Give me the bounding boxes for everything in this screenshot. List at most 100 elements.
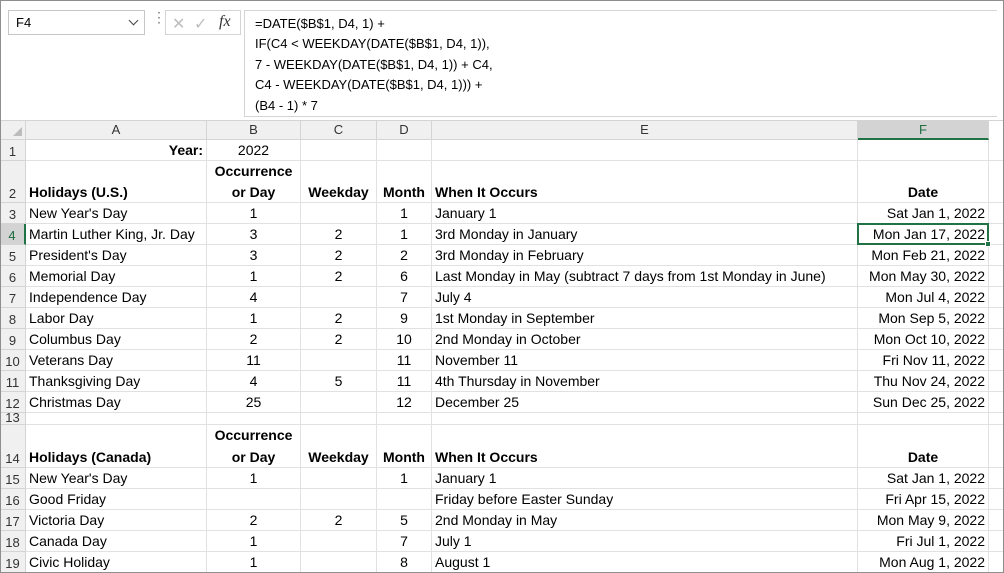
date-cell[interactable]: Fri Jul 1, 2022 — [861, 533, 985, 549]
when-it-occurs-cell[interactable]: January 1 — [435, 205, 854, 221]
name-box[interactable]: F4 — [8, 10, 145, 35]
weekday-cell[interactable]: 2 — [304, 268, 373, 284]
weekday-cell[interactable]: 2 — [304, 226, 373, 242]
header-holidays[interactable]: Holidays (Canada) — [29, 449, 203, 465]
column-header-e[interactable]: E — [432, 121, 858, 140]
occurrence-cell[interactable]: 3 — [210, 226, 297, 242]
weekday-cell[interactable]: 2 — [304, 331, 373, 347]
month-cell[interactable]: 12 — [380, 394, 428, 410]
row-header-11[interactable]: 11 — [0, 371, 26, 392]
month-cell[interactable]: 10 — [380, 331, 428, 347]
holiday-name-cell[interactable]: Veterans Day — [29, 352, 203, 368]
when-it-occurs-cell[interactable]: 3rd Monday in February — [435, 247, 854, 263]
row-header-17[interactable]: 17 — [0, 510, 26, 531]
formula-input[interactable]: =DATE($B$1, D4, 1) + IF(C4 < WEEKDAY(DATE… — [244, 10, 997, 117]
when-it-occurs-cell[interactable]: December 25 — [435, 394, 854, 410]
row-header-5[interactable]: 5 — [0, 245, 26, 266]
row-header-9[interactable]: 9 — [0, 329, 26, 350]
occurrence-cell[interactable]: 3 — [210, 247, 297, 263]
when-it-occurs-cell[interactable]: August 1 — [435, 554, 854, 570]
month-cell[interactable]: 7 — [380, 289, 428, 305]
holiday-name-cell[interactable]: Independence Day — [29, 289, 203, 305]
insert-function-icon[interactable]: fx — [219, 13, 231, 31]
month-cell[interactable]: 1 — [380, 226, 428, 242]
occurrence-cell[interactable]: 1 — [210, 205, 297, 221]
date-cell[interactable]: Thu Nov 24, 2022 — [861, 373, 985, 389]
holiday-name-cell[interactable]: President's Day — [29, 247, 203, 263]
holiday-name-cell[interactable]: New Year's Day — [29, 470, 203, 486]
month-cell[interactable]: 2 — [380, 247, 428, 263]
date-cell[interactable]: Fri Nov 11, 2022 — [861, 352, 985, 368]
month-cell[interactable]: 7 — [380, 533, 428, 549]
header-when-it-occurs[interactable]: When It Occurs — [435, 184, 854, 200]
weekday-cell[interactable]: 2 — [304, 247, 373, 263]
cancel-icon[interactable]: ✕ — [172, 14, 185, 34]
occurrence-cell[interactable]: 1 — [210, 310, 297, 326]
row-header-3[interactable]: 3 — [0, 203, 26, 224]
weekday-cell[interactable]: 2 — [304, 512, 373, 528]
row-header-2[interactable]: 2 — [0, 161, 26, 203]
year-label[interactable]: Year: — [29, 142, 203, 158]
occurrence-cell[interactable]: 4 — [210, 373, 297, 389]
header-when-it-occurs[interactable]: When It Occurs — [435, 449, 854, 465]
date-cell[interactable]: Mon Aug 1, 2022 — [861, 554, 985, 570]
header-occurrence[interactable]: Occurrence — [210, 163, 297, 179]
when-it-occurs-cell[interactable]: January 1 — [435, 470, 854, 486]
row-header-15[interactable]: 15 — [0, 468, 26, 489]
header-weekday[interactable]: Weekday — [304, 184, 373, 200]
holiday-name-cell[interactable]: Thanksgiving Day — [29, 373, 203, 389]
row-header-13[interactable]: 13 — [0, 411, 26, 425]
header-weekday[interactable]: Weekday — [304, 449, 373, 465]
holiday-name-cell[interactable]: Memorial Day — [29, 268, 203, 284]
occurrence-cell[interactable]: 4 — [210, 289, 297, 305]
when-it-occurs-cell[interactable]: 2nd Monday in October — [435, 331, 854, 347]
holiday-name-cell[interactable]: New Year's Day — [29, 205, 203, 221]
row-header-6[interactable]: 6 — [0, 266, 26, 287]
occurrence-cell[interactable]: 25 — [210, 394, 297, 410]
header-holidays[interactable]: Holidays (U.S.) — [29, 184, 203, 200]
header-date[interactable]: Date — [861, 449, 985, 465]
column-header-a[interactable]: A — [26, 121, 207, 140]
date-cell[interactable]: Mon Jul 4, 2022 — [861, 289, 985, 305]
occurrence-cell[interactable]: 1 — [210, 268, 297, 284]
month-cell[interactable]: 1 — [380, 205, 428, 221]
column-header-c[interactable]: C — [301, 121, 377, 140]
row-header-10[interactable]: 10 — [0, 350, 26, 371]
date-cell[interactable]: Mon Feb 21, 2022 — [861, 247, 985, 263]
date-cell[interactable]: Sun Dec 25, 2022 — [861, 394, 985, 410]
when-it-occurs-cell[interactable]: July 1 — [435, 533, 854, 549]
occurrence-cell[interactable]: 1 — [210, 470, 297, 486]
holiday-name-cell[interactable]: Christmas Day — [29, 394, 203, 410]
header-or-day[interactable]: or Day — [210, 449, 297, 465]
row-header-16[interactable]: 16 — [0, 489, 26, 510]
holiday-name-cell[interactable]: Martin Luther King, Jr. Day — [29, 226, 203, 242]
date-cell[interactable]: Mon May 9, 2022 — [861, 512, 985, 528]
header-month[interactable]: Month — [380, 449, 428, 465]
occurrence-cell[interactable]: 2 — [210, 512, 297, 528]
when-it-occurs-cell[interactable]: 4th Thursday in November — [435, 373, 854, 389]
month-cell[interactable]: 1 — [380, 470, 428, 486]
check-icon[interactable]: ✓ — [194, 14, 207, 34]
when-it-occurs-cell[interactable]: 1st Monday in September — [435, 310, 854, 326]
row-header-8[interactable]: 8 — [0, 308, 26, 329]
month-cell[interactable]: 5 — [380, 512, 428, 528]
when-it-occurs-cell[interactable]: November 11 — [435, 352, 854, 368]
row-header-1[interactable]: 1 — [0, 140, 26, 161]
month-cell[interactable]: 6 — [380, 268, 428, 284]
occurrence-cell[interactable]: 2 — [210, 331, 297, 347]
when-it-occurs-cell[interactable]: 3rd Monday in January — [435, 226, 854, 242]
row-header-19[interactable]: 19 — [0, 552, 26, 573]
fill-handle[interactable] — [985, 241, 991, 247]
chevron-down-icon[interactable] — [128, 15, 139, 26]
holiday-name-cell[interactable]: Columbus Day — [29, 331, 203, 347]
active-cell-selection[interactable] — [857, 223, 989, 245]
when-it-occurs-cell[interactable]: 2nd Monday in May — [435, 512, 854, 528]
weekday-cell[interactable]: 5 — [304, 373, 373, 389]
when-it-occurs-cell[interactable]: Last Monday in May (subtract 7 days from… — [435, 268, 854, 284]
select-all-corner[interactable] — [0, 121, 26, 140]
date-cell[interactable]: Mon Sep 5, 2022 — [861, 310, 985, 326]
occurrence-cell[interactable]: 11 — [210, 352, 297, 368]
occurrence-cell[interactable]: 1 — [210, 554, 297, 570]
date-cell[interactable]: Sat Jan 1, 2022 — [861, 470, 985, 486]
row-header-7[interactable]: 7 — [0, 287, 26, 308]
